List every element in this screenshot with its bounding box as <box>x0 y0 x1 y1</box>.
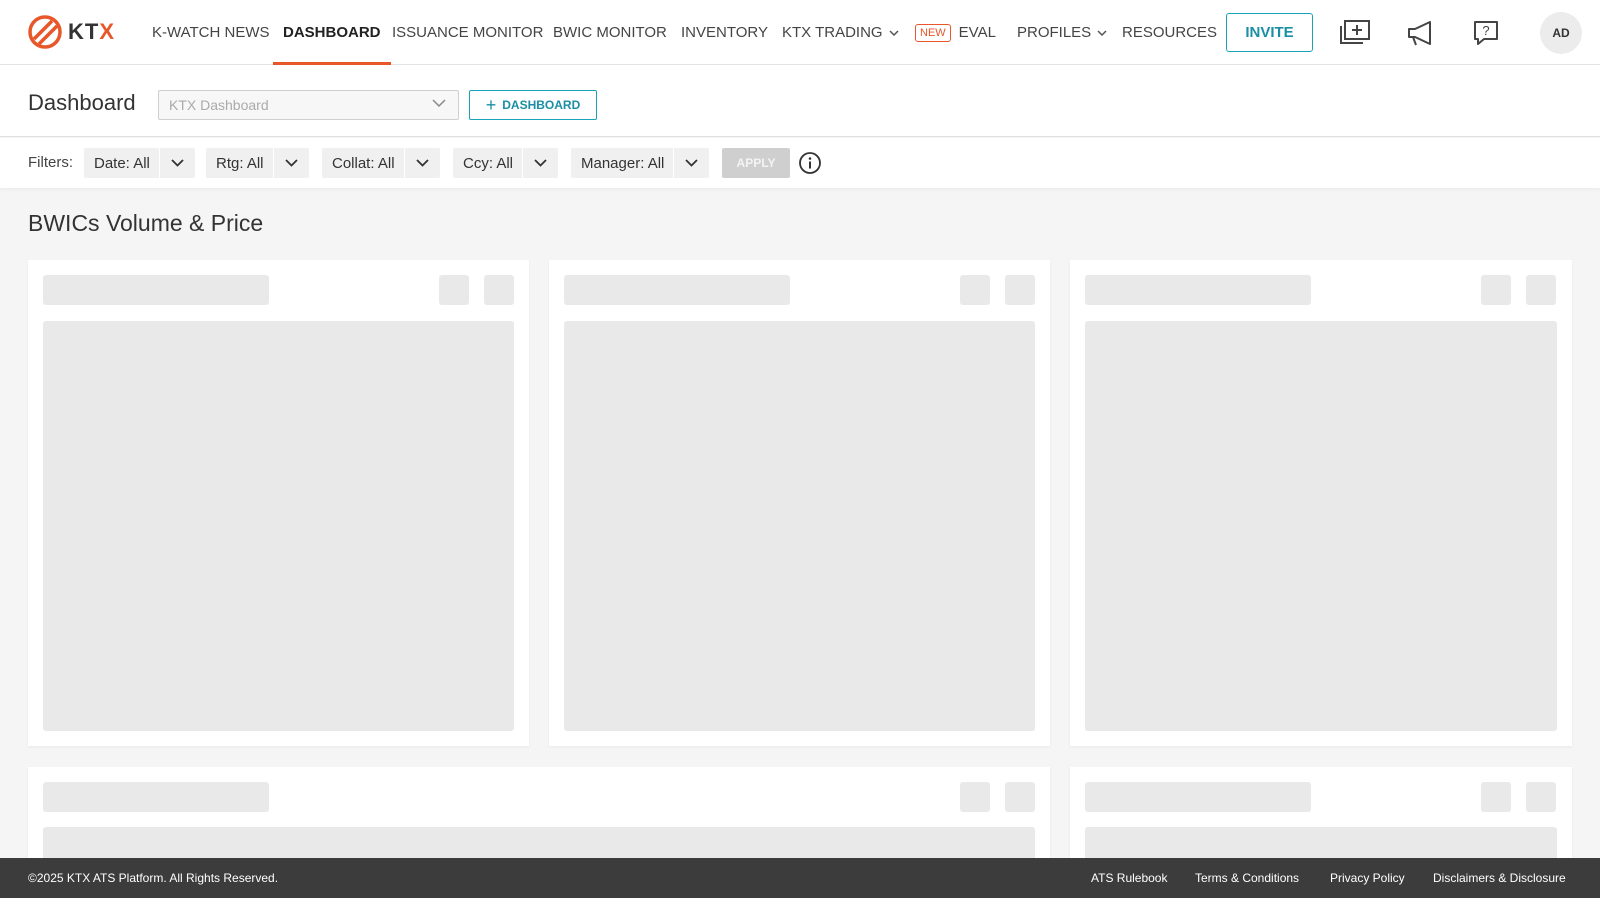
chevron-down-icon[interactable] <box>522 148 558 178</box>
skeleton-button <box>1481 275 1511 305</box>
help-icon[interactable]: ? <box>1469 16 1503 50</box>
plus-icon: + <box>485 95 497 115</box>
skeleton-button <box>1005 782 1035 812</box>
footer-link-ats-rulebook[interactable]: ATS Rulebook <box>1091 871 1167 885</box>
footer-link-privacy[interactable]: Privacy Policy <box>1330 871 1405 885</box>
footer: ©2025 KTX ATS Platform. All Rights Reser… <box>0 858 1600 898</box>
skeleton-title <box>1085 782 1311 812</box>
ktx-logo[interactable]: KTX <box>28 15 115 49</box>
chart-card-loading <box>1070 767 1572 858</box>
footer-copyright: ©2025 KTX ATS Platform. All Rights Reser… <box>28 871 279 885</box>
dashboard-select[interactable]: KTX Dashboard <box>158 90 459 120</box>
skeleton-title <box>564 275 790 305</box>
logo-text: KTX <box>68 19 116 44</box>
chevron-down-icon <box>432 99 446 108</box>
section-title: BWICs Volume & Price <box>28 210 264 236</box>
chevron-down-icon[interactable] <box>673 148 709 178</box>
add-dashboard-button[interactable]: + DASHBOARD <box>469 90 597 120</box>
skeleton-button <box>1526 782 1556 812</box>
footer-link-terms[interactable]: Terms & Conditions <box>1195 871 1299 885</box>
filter-rating[interactable]: Rtg: All <box>206 148 309 178</box>
filter-collateral[interactable]: Collat: All <box>322 148 440 178</box>
ktx-logo-icon <box>28 15 62 49</box>
nav-k-watch-news[interactable]: K-WATCH NEWS <box>152 0 270 65</box>
chart-card-loading <box>28 767 1050 858</box>
chevron-down-icon <box>1097 29 1107 36</box>
skeleton-chart <box>564 321 1035 731</box>
invite-button[interactable]: INVITE <box>1226 13 1313 52</box>
nav-ktx-trading[interactable]: KTX TRADING <box>782 0 899 65</box>
skeleton-button <box>1526 275 1556 305</box>
skeleton-chart <box>43 827 1035 858</box>
footer-link-disclaimers[interactable]: Disclaimers & Disclosure <box>1433 871 1566 885</box>
chart-card-loading <box>549 260 1050 746</box>
chevron-down-icon[interactable] <box>403 148 440 178</box>
nav-dashboard[interactable]: DASHBOARD <box>273 0 390 65</box>
chevron-down-icon[interactable] <box>158 148 195 178</box>
chart-card-loading <box>28 260 529 746</box>
nav-profiles[interactable]: PROFILES <box>1017 0 1107 65</box>
skeleton-button <box>1005 275 1035 305</box>
svg-text:?: ? <box>1482 23 1489 38</box>
dashboard-header: Dashboard KTX Dashboard + DASHBOARD <box>0 65 1600 137</box>
apply-button[interactable]: APPLY <box>722 148 790 178</box>
skeleton-button <box>1481 782 1511 812</box>
filter-date[interactable]: Date: All <box>84 148 195 178</box>
skeleton-chart <box>1085 827 1557 858</box>
skeleton-chart <box>1085 321 1557 731</box>
chart-card-loading <box>1070 260 1572 746</box>
top-navigation: KTX K-WATCH NEWS DASHBOARD ISSUANCE MONI… <box>0 0 1600 65</box>
skeleton-button <box>960 782 990 812</box>
skeleton-title <box>1085 275 1311 305</box>
filter-currency[interactable]: Ccy: All <box>453 148 559 178</box>
skeleton-button <box>439 275 469 305</box>
skeleton-button <box>484 275 514 305</box>
page-title: Dashboard <box>28 90 136 115</box>
announcement-icon[interactable] <box>1404 16 1438 50</box>
info-icon[interactable] <box>798 151 822 175</box>
new-badge: NEW <box>915 23 951 42</box>
skeleton-title <box>43 275 269 305</box>
dashboard-select-placeholder: KTX Dashboard <box>169 97 269 113</box>
user-avatar[interactable]: AD <box>1540 12 1582 54</box>
filter-manager[interactable]: Manager: All <box>571 148 710 178</box>
nav-issuance-monitor[interactable]: ISSUANCE MONITOR <box>392 0 543 65</box>
nav-bwic-monitor[interactable]: BWIC MONITOR <box>553 0 667 65</box>
add-dashboard-icon[interactable] <box>1338 16 1372 50</box>
nav-eval[interactable]: NEW EVAL <box>915 0 996 65</box>
chevron-down-icon[interactable] <box>272 148 309 178</box>
filters-bar: Filters: Date: All Rtg: All Collat: All … <box>0 138 1600 188</box>
skeleton-button <box>960 275 990 305</box>
nav-resources[interactable]: RESOURCES <box>1122 0 1217 65</box>
skeleton-chart <box>43 321 514 731</box>
filters-label: Filters: <box>28 154 73 171</box>
nav-inventory[interactable]: INVENTORY <box>681 0 768 65</box>
skeleton-title <box>43 782 269 812</box>
chevron-down-icon <box>889 29 899 36</box>
